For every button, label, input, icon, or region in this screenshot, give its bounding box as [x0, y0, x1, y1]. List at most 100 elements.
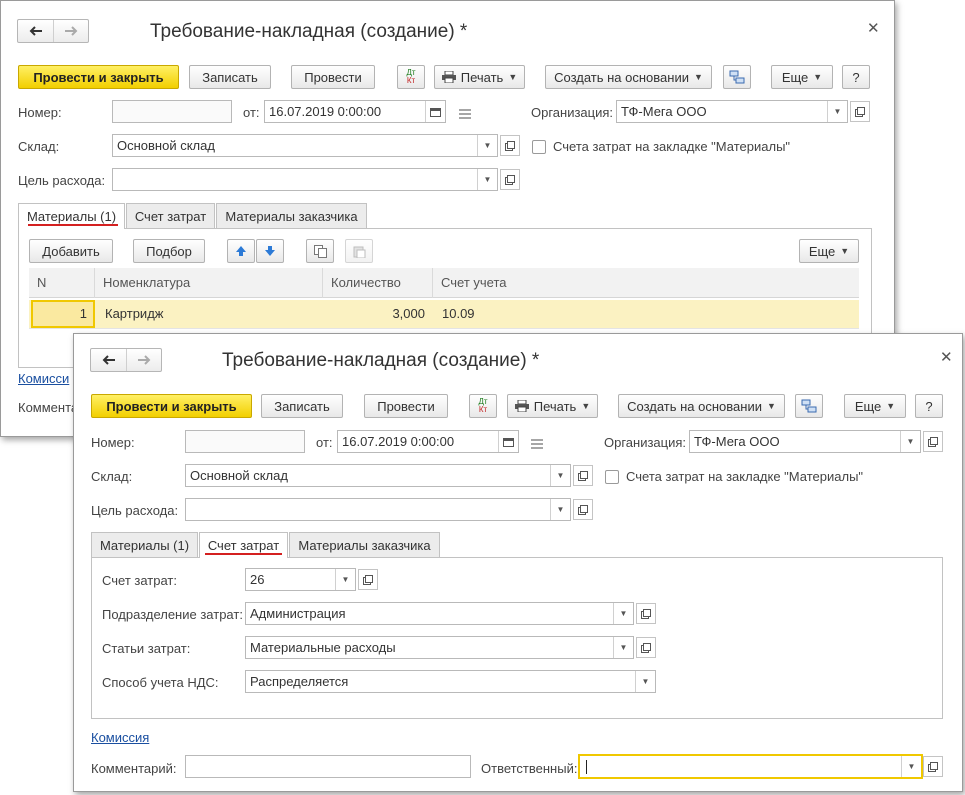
table-more-button[interactable]: Еще ▼ — [799, 239, 859, 263]
arrow-left-icon — [102, 355, 115, 365]
paste-button[interactable] — [345, 239, 373, 263]
forward-button[interactable] — [126, 349, 161, 371]
open-organization-button[interactable] — [850, 101, 870, 122]
cell-account[interactable]: 10.09 — [442, 300, 475, 328]
post-button[interactable]: Провести — [364, 394, 448, 418]
warehouse-field[interactable]: Основной склад ▼ — [185, 464, 571, 487]
post-and-close-button[interactable]: Провести и закрыть — [18, 65, 179, 89]
help-button[interactable]: ? — [842, 65, 870, 89]
responsible-field[interactable]: ▼ — [578, 754, 923, 779]
chevron-down-icon[interactable]: ▼ — [550, 499, 570, 520]
back-button[interactable] — [91, 349, 126, 371]
structure-button[interactable] — [795, 394, 823, 418]
date-field[interactable]: 16.07.2019 0:00:00 — [337, 430, 519, 453]
print-button[interactable]: Печать ▼ — [434, 65, 525, 89]
column-item[interactable]: Номенклатура — [95, 268, 323, 298]
nav-buttons — [17, 19, 89, 43]
vat-method-field[interactable]: Распределяется ▼ — [245, 670, 656, 693]
calendar-icon[interactable] — [498, 431, 518, 452]
open-purpose-button[interactable] — [500, 169, 520, 190]
division-field[interactable]: Администрация ▼ — [245, 602, 634, 625]
chevron-down-icon[interactable]: ▼ — [900, 431, 920, 452]
post-and-close-button[interactable]: Провести и закрыть — [91, 394, 252, 418]
copy-button[interactable] — [306, 239, 334, 263]
chevron-down-icon[interactable]: ▼ — [477, 169, 497, 190]
cost-accounts-checkbox[interactable] — [605, 470, 619, 484]
open-organization-button[interactable] — [923, 431, 943, 452]
chevron-down-icon[interactable]: ▼ — [613, 637, 633, 658]
cell-quantity[interactable]: 3,000 — [323, 300, 425, 328]
open-warehouse-button[interactable] — [500, 135, 520, 156]
comment-field[interactable] — [185, 755, 471, 778]
organization-label: Организация: — [531, 105, 614, 120]
open-purpose-button[interactable] — [573, 499, 593, 520]
table-row[interactable]: 1 Картридж 3,000 10.09 — [29, 300, 859, 328]
open-form-icon — [928, 436, 938, 447]
open-division-button[interactable] — [636, 603, 656, 624]
organization-field[interactable]: ТФ-Мега ООО ▼ — [616, 100, 848, 123]
chevron-down-icon[interactable]: ▼ — [477, 135, 497, 156]
chevron-down-icon[interactable]: ▼ — [335, 569, 355, 590]
tab-customer-materials[interactable]: Материалы заказчика — [216, 203, 367, 228]
chevron-down-icon[interactable]: ▼ — [613, 603, 633, 624]
commission-link[interactable]: Комиссия — [91, 730, 149, 745]
post-button[interactable]: Провести — [291, 65, 375, 89]
print-button[interactable]: Печать ▼ — [507, 394, 598, 418]
structure-button[interactable] — [723, 65, 751, 89]
chevron-down-icon[interactable]: ▼ — [635, 671, 655, 692]
organization-field[interactable]: ТФ-Мега ООО ▼ — [689, 430, 921, 453]
tab-underline — [28, 224, 118, 226]
tab-customer-materials[interactable]: Материалы заказчика — [289, 532, 440, 557]
tab-materials[interactable]: Материалы (1) — [91, 532, 198, 557]
cost-accounts-checkbox[interactable] — [532, 140, 546, 154]
number-field[interactable] — [112, 100, 232, 123]
more-button[interactable]: Еще ▼ — [844, 394, 906, 418]
move-up-button[interactable] — [227, 239, 255, 263]
open-warehouse-button[interactable] — [573, 465, 593, 486]
cell-item[interactable]: Картридж — [105, 300, 163, 328]
list-icon[interactable] — [531, 437, 543, 452]
cost-accounts-checkbox-label: Счета затрат на закладке "Материалы" — [626, 469, 864, 484]
chevron-down-icon[interactable]: ▼ — [827, 101, 847, 122]
dt-kt-button[interactable]: Дт Кт — [469, 394, 497, 418]
cost-articles-field[interactable]: Материальные расходы ▼ — [245, 636, 634, 659]
back-button[interactable] — [18, 20, 53, 42]
calendar-icon[interactable] — [425, 101, 445, 122]
close-icon[interactable]: ✕ — [867, 19, 880, 37]
create-based-button[interactable]: Создать на основании ▼ — [618, 394, 785, 418]
warehouse-field[interactable]: Основной склад ▼ — [112, 134, 498, 157]
date-field[interactable]: 16.07.2019 0:00:00 — [264, 100, 446, 123]
chevron-down-icon[interactable]: ▼ — [550, 465, 570, 486]
cost-account-field[interactable]: 26 ▼ — [245, 568, 356, 591]
purpose-field[interactable]: ▼ — [112, 168, 498, 191]
number-field[interactable] — [185, 430, 305, 453]
add-button[interactable]: Добавить — [29, 239, 113, 263]
commission-link[interactable]: Комисси — [18, 371, 69, 386]
open-cost-articles-button[interactable] — [636, 637, 656, 658]
close-icon[interactable]: ✕ — [940, 348, 953, 366]
window-front: Требование-накладная (создание) * ✕ Пров… — [73, 333, 963, 792]
forward-button[interactable] — [53, 20, 88, 42]
more-button[interactable]: Еще ▼ — [771, 65, 833, 89]
column-n[interactable]: N — [29, 268, 95, 298]
create-based-button[interactable]: Создать на основании ▼ — [545, 65, 712, 89]
save-button[interactable]: Записать — [261, 394, 343, 418]
column-account[interactable]: Счет учета — [433, 268, 859, 298]
open-cost-account-button[interactable] — [358, 569, 378, 590]
chevron-down-icon[interactable]: ▼ — [901, 756, 921, 777]
table-body-divider — [29, 328, 859, 329]
cell-n[interactable]: 1 — [31, 300, 95, 328]
dt-kt-icon: Дт Кт — [478, 397, 488, 414]
column-quantity[interactable]: Количество — [323, 268, 433, 298]
save-button[interactable]: Записать — [189, 65, 271, 89]
move-down-button[interactable] — [256, 239, 284, 263]
tab-cost-account[interactable]: Счет затрат — [126, 203, 215, 228]
comment-label: Коммента — [18, 400, 79, 415]
help-button[interactable]: ? — [915, 394, 943, 418]
vat-method-label: Способ учета НДС: — [102, 675, 219, 690]
purpose-field[interactable]: ▼ — [185, 498, 571, 521]
select-button[interactable]: Подбор — [133, 239, 205, 263]
dt-kt-button[interactable]: Дт Кт — [397, 65, 425, 89]
open-responsible-button[interactable] — [923, 756, 943, 777]
list-icon[interactable] — [459, 107, 471, 122]
